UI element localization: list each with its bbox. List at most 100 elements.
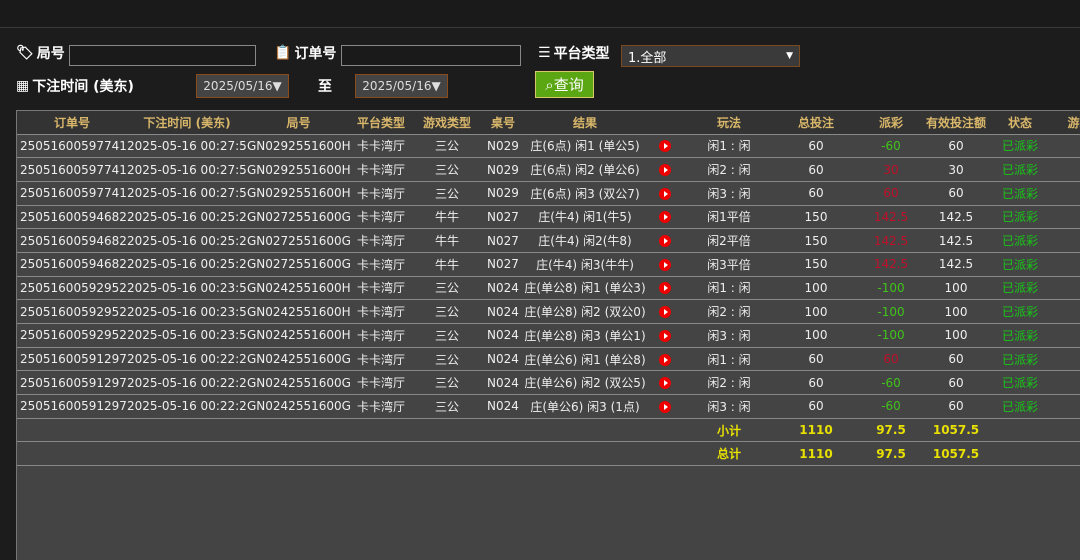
valid-bet-cell: 142.5 (924, 205, 988, 230)
play-icon[interactable] (659, 400, 671, 413)
column-header: 下注时间 (美东) (127, 111, 247, 135)
empty-cell (988, 441, 1052, 467)
valid-bet-cell: 60 (924, 134, 988, 159)
column-header: 局号 (247, 111, 350, 135)
empty-cell (646, 418, 684, 443)
round-label: 🏷 局号 (16, 45, 65, 62)
valid-bet-cell: 100 (924, 276, 988, 301)
table-row: 250516005946820 2025-05-16 00:25:20 GN0272… (17, 252, 1080, 277)
play-type-cell: 闲3平倍 (684, 252, 774, 277)
column-header: 游戏 (1052, 111, 1080, 135)
game-type-cell: 三公 (412, 299, 482, 324)
order-no-cell: 250516005912974 (17, 370, 127, 396)
order-no-cell: 250516005929521 (17, 299, 127, 324)
search-icon: ⌕ (545, 75, 554, 94)
play-icon[interactable] (659, 235, 671, 248)
total-label: 总计 (684, 441, 774, 467)
date-to-picker[interactable]: 2025/05/16▼ (355, 74, 448, 98)
bet-time-cell: 2025-05-16 00:27:58 (127, 181, 247, 206)
bet-time-cell: 2025-05-16 00:22:24 (127, 347, 247, 372)
calendar-icon: ▦ (16, 78, 30, 94)
empty-cell (1052, 418, 1080, 443)
play-icon[interactable] (659, 282, 671, 295)
order-no-cell: 250516005912975 (17, 347, 127, 372)
payout-cell: -60 (858, 370, 924, 396)
result-cell: 庄(6点) 闲1 (单公5) (524, 134, 646, 159)
query-button[interactable]: ⌕ 查询 (535, 71, 594, 98)
round-no-cell: GN0292551600H (247, 181, 350, 206)
time-label: ▦ 下注时间 (美东) (16, 78, 134, 95)
round-no-cell: GN0242551600G (247, 347, 350, 372)
play-icon[interactable] (659, 353, 671, 366)
table-no-cell: N029 (482, 157, 524, 182)
platform-select[interactable]: 1.全部 ▼ (621, 45, 800, 67)
subtotal-payout: 97.5 (858, 418, 924, 443)
status-cell: 已派彩 (988, 228, 1052, 253)
order-no-cell: 250516005946821 (17, 228, 127, 253)
payout-cell: -100 (858, 299, 924, 324)
chevron-down-icon: ▼ (786, 51, 793, 61)
payout-cell: 142.5 (858, 228, 924, 253)
platform-cell: 卡卡湾厅 (350, 157, 412, 182)
result-cell: 庄(单公6) 闲2 (双公5) (524, 370, 646, 396)
empty-cell (988, 418, 1052, 443)
bet-time-cell: 2025-05-16 00:25:20 (127, 205, 247, 230)
replay-cell (646, 276, 684, 301)
round-no-cell: GN0292551600H (247, 157, 350, 182)
game-cell (1052, 228, 1080, 253)
payout-cell: -100 (858, 276, 924, 301)
column-header: 总投注 (774, 111, 858, 135)
result-cell: 庄(单公6) 闲3 (1点) (524, 394, 646, 419)
status-cell: 已派彩 (988, 276, 1052, 301)
top-bar (0, 0, 1080, 28)
valid-bet-cell: 142.5 (924, 228, 988, 253)
column-header: 状态 (988, 111, 1052, 135)
replay-cell (646, 323, 684, 348)
subtotal-valid: 1057.5 (924, 418, 988, 443)
play-icon[interactable] (659, 258, 671, 271)
payout-cell: 30 (858, 157, 924, 182)
payout-cell: -60 (858, 134, 924, 159)
bet-time-cell: 2025-05-16 00:27:58 (127, 157, 247, 182)
empty-cell (646, 441, 684, 467)
play-type-cell: 闲3 : 闲 (684, 394, 774, 419)
play-type-cell: 闲2 : 闲 (684, 157, 774, 182)
column-header: 游戏类型 (412, 111, 482, 135)
status-cell: 已派彩 (988, 181, 1052, 206)
play-icon[interactable] (659, 306, 671, 319)
table-row: 250516005946821 2025-05-16 00:25:20 GN0272… (17, 228, 1080, 253)
play-icon[interactable] (659, 211, 671, 224)
play-icon[interactable] (659, 187, 671, 200)
round-no-cell: GN0272551600G (247, 205, 350, 230)
valid-bet-cell: 30 (924, 157, 988, 182)
order-no-cell: 250516005977412 (17, 157, 127, 182)
empty-cell (127, 441, 247, 467)
result-cell: 庄(单公8) 闲2 (双公0) (524, 299, 646, 324)
game-type-cell: 三公 (412, 157, 482, 182)
play-type-cell: 闲3 : 闲 (684, 181, 774, 206)
play-icon[interactable] (659, 140, 671, 153)
round-no-cell: GN0242551600H (247, 299, 350, 324)
game-cell (1052, 299, 1080, 324)
payout-cell: -60 (858, 394, 924, 419)
round-input[interactable] (69, 45, 256, 66)
date-from-picker[interactable]: 2025/05/16▼ (196, 74, 289, 98)
table-row: 250516005946822 2025-05-16 00:25:20 GN0272… (17, 205, 1080, 230)
round-no-cell: GN0272551600G (247, 228, 350, 253)
payout-cell: 142.5 (858, 205, 924, 230)
empty-cell (17, 441, 127, 467)
payout-cell: 60 (858, 181, 924, 206)
table-no-cell: N024 (482, 394, 524, 419)
order-input[interactable] (341, 45, 521, 66)
payout-cell: -100 (858, 323, 924, 348)
platform-cell: 卡卡湾厅 (350, 134, 412, 159)
play-type-cell: 闲1 : 闲 (684, 276, 774, 301)
replay-cell (646, 347, 684, 372)
order-no-cell: 250516005929522 (17, 276, 127, 301)
play-icon[interactable] (659, 164, 671, 177)
status-cell: 已派彩 (988, 299, 1052, 324)
round-no-cell: GN0242551600H (247, 276, 350, 301)
play-icon[interactable] (659, 329, 671, 342)
empty-cell (17, 418, 127, 443)
play-icon[interactable] (659, 377, 671, 390)
